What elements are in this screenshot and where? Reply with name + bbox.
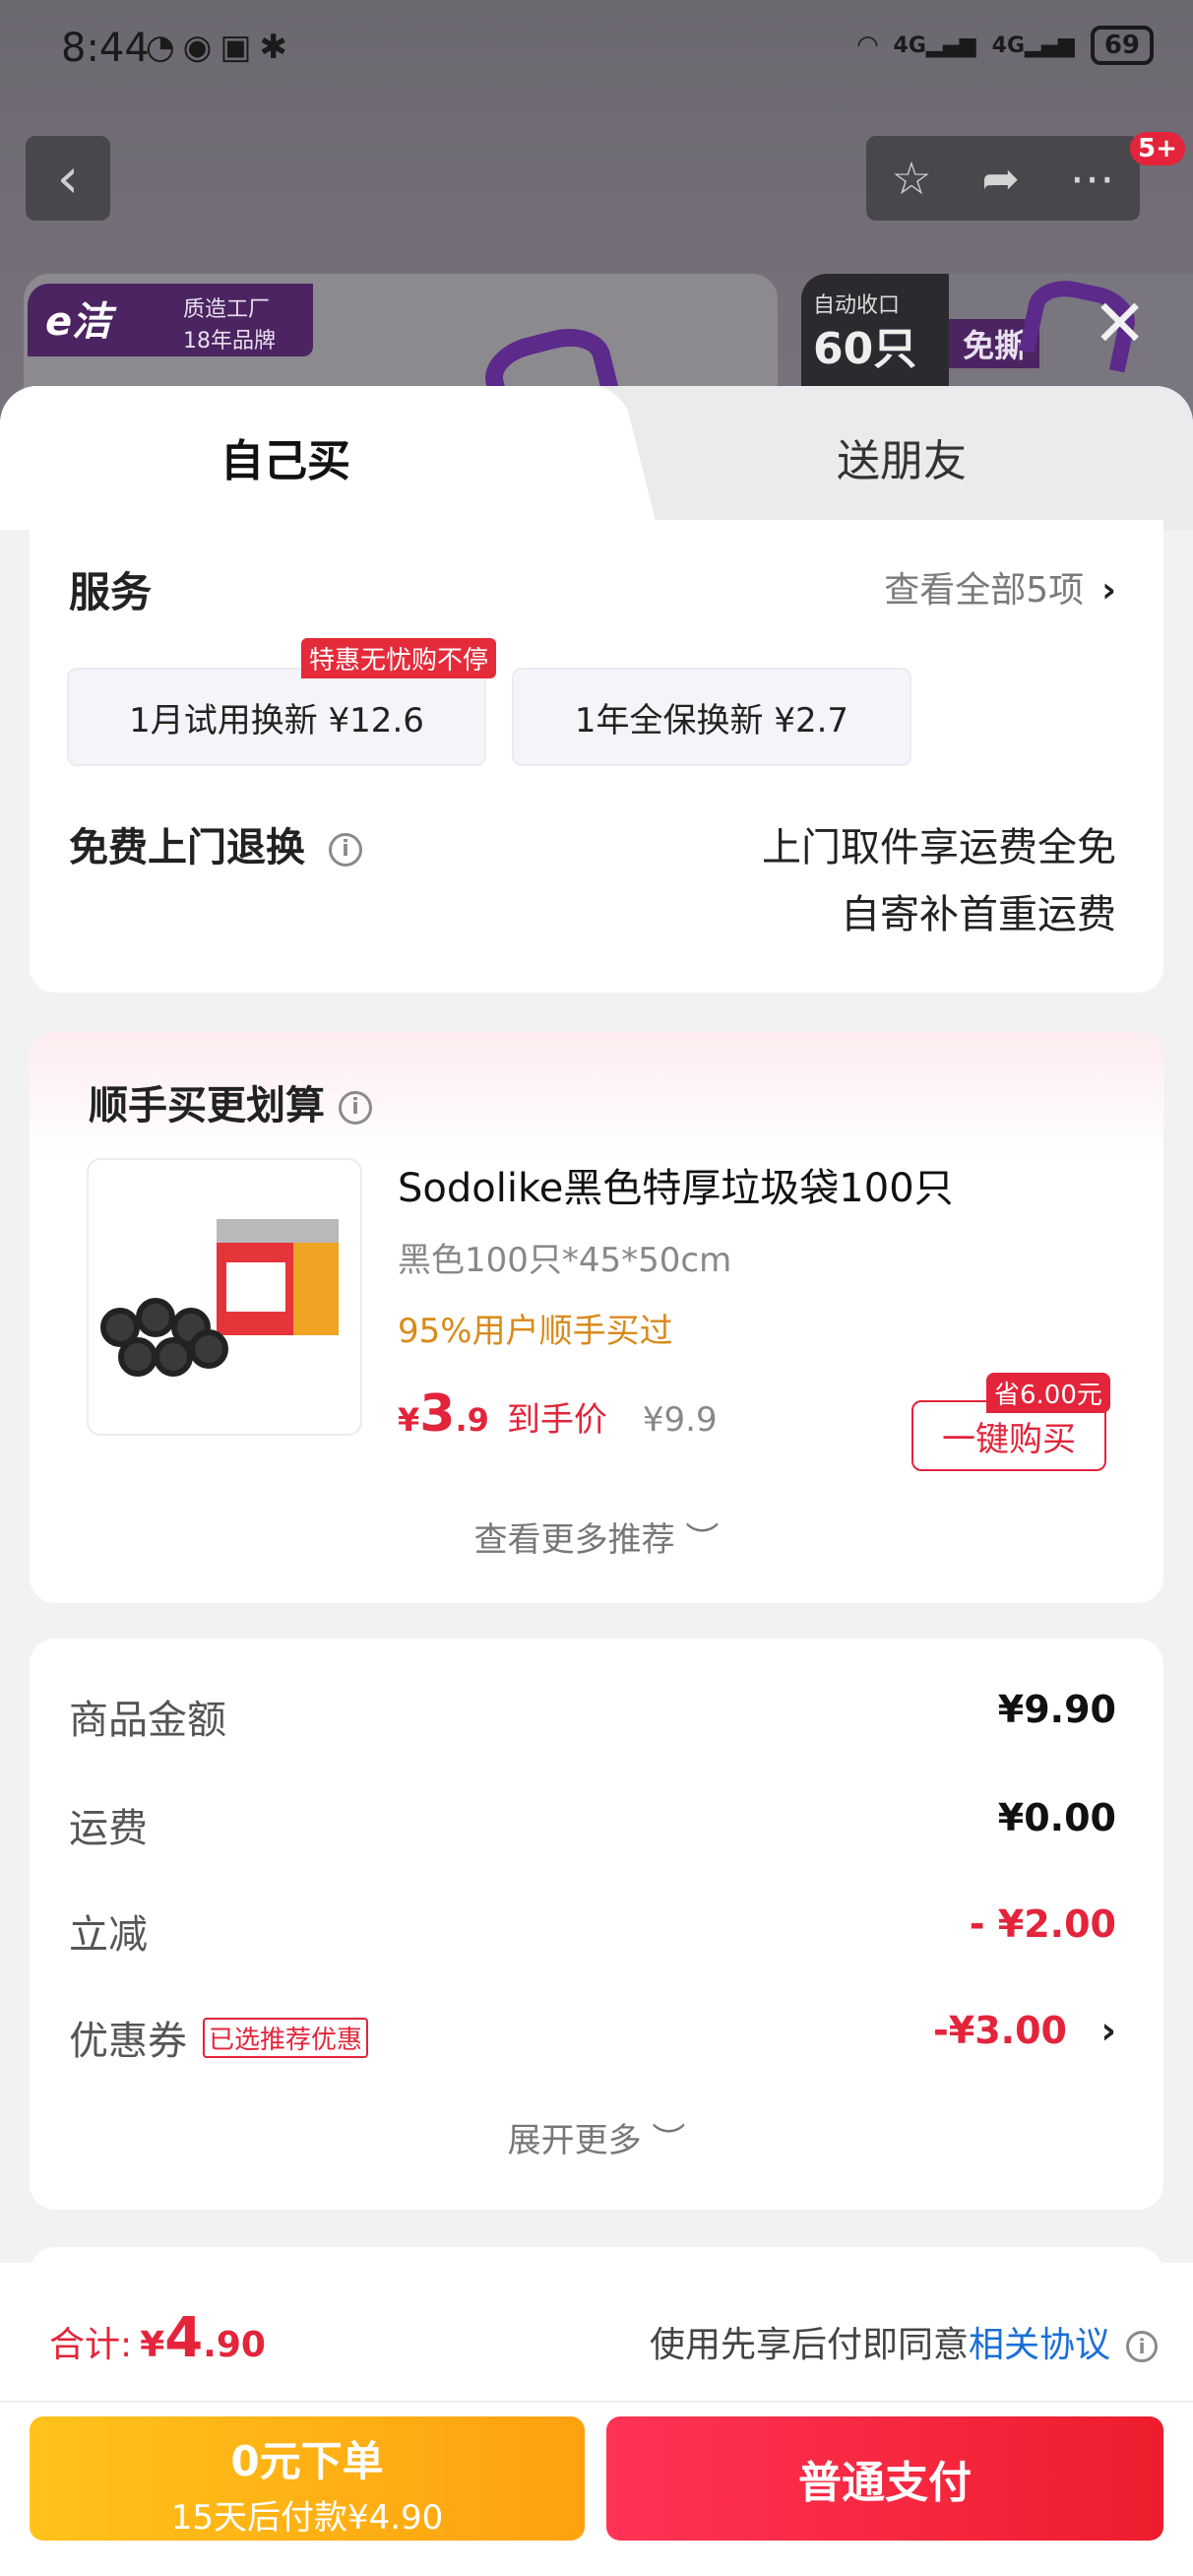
service-title: 服务: [69, 568, 153, 616]
battery-icon: 69: [1090, 26, 1154, 65]
product-price: ¥3.9 到手价 ¥9.9: [398, 1385, 718, 1444]
agreement-text: 使用先享后付即同意相关协议 i: [650, 2316, 1158, 2367]
message-badge: 5+: [1130, 132, 1185, 165]
signal-icon: 4G▂▄▆: [893, 32, 976, 58]
price-detail-card: 商品金额 ¥9.90 运费 ¥0.00 立减 - ¥2.00 优惠券 已选推荐优惠 -¥3…: [30, 1639, 1163, 2210]
brand-logo: e洁: [45, 299, 112, 345]
brand-tagline-2: 18年品牌: [183, 329, 276, 354]
tab-friend[interactable]: 送朋友: [610, 425, 1193, 488]
service-card: 服务 查看全部5项 › 1月试用换新 ¥12.6 特惠无忧购不停 1年全保换新 ¥…: [30, 520, 1163, 993]
info-icon[interactable]: i: [329, 833, 362, 867]
brand-tagline-1: 质造工厂: [183, 297, 271, 322]
expand-more-link[interactable]: 展开更多 ︶: [30, 2113, 1163, 2161]
buy-ratio: 95%用户顺手买过: [398, 1312, 673, 1351]
back-button[interactable]: ‹: [26, 136, 110, 221]
product-image[interactable]: [87, 1158, 362, 1436]
total-price: 合计: ¥4.90: [49, 2306, 266, 2370]
status-time: 8:44: [61, 26, 150, 71]
status-bar: 8:44 ◔◉▣✱ ◠ 4G▂▄▆ 4G▂▄▆ 69: [0, 0, 1193, 98]
signal-icon-2: 4G▂▄▆: [991, 32, 1075, 58]
chevron-down-icon: ︶: [685, 1520, 720, 1560]
chevron-right-icon: ›: [1101, 570, 1116, 611]
free-return-title: 免费上门退换 i: [69, 815, 362, 872]
chevron-left-icon: ‹: [56, 146, 80, 211]
star-icon[interactable]: ☆: [891, 152, 931, 205]
wifi-icon: ◠: [857, 31, 878, 60]
product-spec: 黑色100只*45*50cm: [398, 1241, 732, 1280]
divider: [0, 2401, 1193, 2403]
close-icon[interactable]: ✕: [1093, 291, 1147, 356]
price-row-discount: 立减 - ¥2.00: [69, 1902, 1116, 1958]
coupon-tag: 已选推荐优惠: [203, 2018, 369, 2058]
checkout-bar: 合计: ¥4.90 使用先享后付即同意相关协议 i 0元下单 15天后付款¥4.90…: [0, 2263, 1193, 2576]
status-right: ◠ 4G▂▄▆ 4G▂▄▆ 69: [858, 26, 1154, 65]
top-action-group: ☆ ➦ ⋯: [866, 136, 1140, 221]
service-option-tag: 特惠无忧购不停: [301, 638, 497, 678]
share-icon[interactable]: ➦: [981, 152, 1020, 205]
free-return-line-1: 上门取件享运费全免: [762, 825, 1116, 870]
view-all-services-link[interactable]: 查看全部5项 ›: [884, 561, 1116, 612]
brand-label: e洁 质造工厂 18年品牌: [28, 284, 313, 356]
save-tag: 省6.00元: [986, 1373, 1110, 1413]
info-icon[interactable]: i: [339, 1091, 372, 1125]
free-return-line-2: 自寄补首重运费: [841, 892, 1116, 937]
status-notification-icons: ◔◉▣✱: [146, 28, 295, 67]
recommend-card: 顺手买更划算 i Sodolike黑色特厚垃圾袋100只 黑色100只*45*50…: [30, 1032, 1163, 1603]
service-option-trial[interactable]: 1月试用换新 ¥12.6: [67, 668, 486, 766]
service-option-warranty[interactable]: 1年全保换新 ¥2.7: [512, 668, 911, 766]
pay-later-button[interactable]: 0元下单 15天后付款¥4.90: [30, 2416, 585, 2541]
purchase-sheet: 自己买 送朋友 服务 查看全部5项 › 1月试用换新 ¥12.6 特惠无忧购不停 …: [0, 386, 1193, 2576]
background-page: 8:44 ◔◉▣✱ ◠ 4G▂▄▆ 4G▂▄▆ 69 ‹ ☆ ➦ ⋯ 5+ e洁…: [0, 0, 1193, 431]
agreement-link[interactable]: 相关协议: [969, 2325, 1110, 2365]
price-row-goods: 商品金额 ¥9.90: [69, 1688, 1116, 1743]
more-recommend-link[interactable]: 查看更多推荐 ︶: [30, 1513, 1163, 1561]
price-row-coupon[interactable]: 优惠券 已选推荐优惠 -¥3.00 ›: [69, 2009, 1116, 2068]
purchase-tabs: 自己买 送朋友: [0, 386, 1193, 530]
price-row-shipping: 运费 ¥0.00: [69, 1796, 1116, 1851]
chevron-down-icon: ︶: [652, 2121, 686, 2160]
recommend-title: 顺手买更划算 i: [89, 1073, 372, 1130]
normal-pay-button[interactable]: 普通支付: [606, 2416, 1163, 2541]
chevron-right-icon: ›: [1100, 2009, 1116, 2052]
price-label: 到手价: [506, 1400, 607, 1440]
more-icon[interactable]: ⋯: [1070, 152, 1115, 205]
product-name[interactable]: Sodolike黑色特厚垃圾袋100只: [398, 1156, 954, 1213]
original-price: ¥9.9: [642, 1400, 718, 1440]
info-icon[interactable]: i: [1126, 2331, 1158, 2362]
tab-self[interactable]: 自己买: [0, 425, 571, 488]
